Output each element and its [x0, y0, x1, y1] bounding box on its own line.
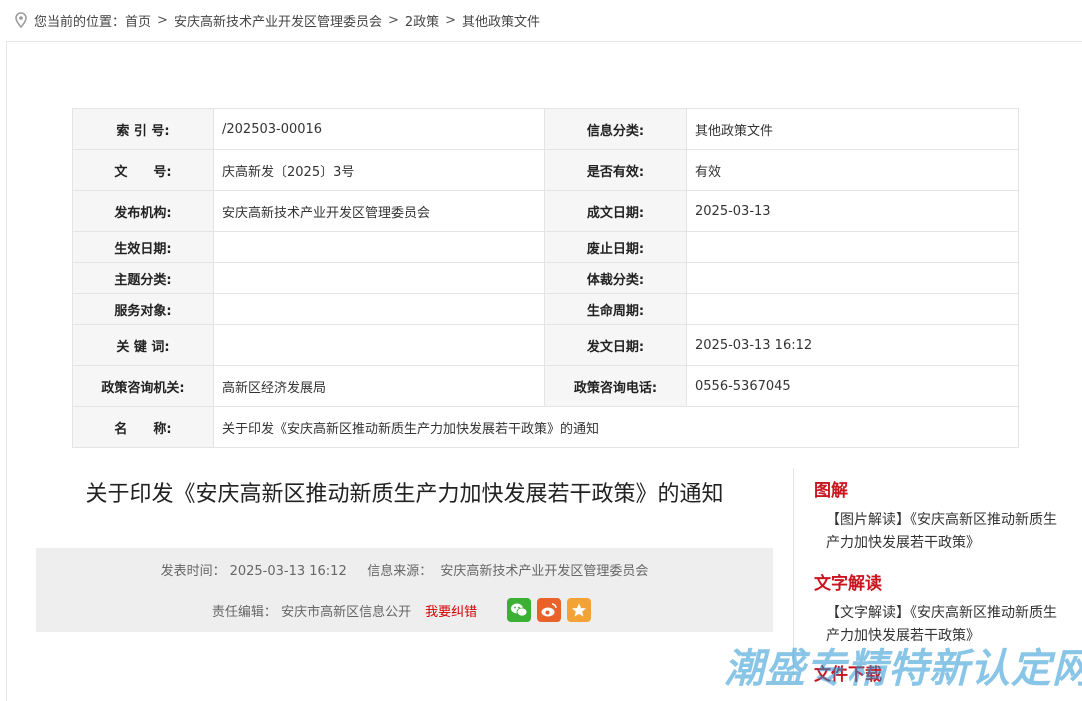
breadcrumb-home[interactable]: 首页	[125, 11, 151, 30]
index-number-value: /202503-00016	[213, 108, 545, 150]
report-error-link[interactable]: 我要纠错	[425, 601, 477, 620]
service-target-value	[213, 293, 545, 325]
sidebar-heading-text: 文字解读	[814, 574, 882, 594]
table-row: 关 键 词: 发文日期: 2025-03-13 16:12	[72, 324, 1019, 366]
repeal-date-label: 废止日期:	[544, 231, 687, 263]
table-row: 索 引 号: /202503-00016 信息分类: 其他政策文件	[72, 108, 1019, 150]
repeal-date-value	[686, 231, 1019, 263]
doc-number-label: 文 号:	[72, 149, 214, 191]
breadcrumb: 您当前的位置： 首页 > 安庆高新技术产业开发区管理委员会 > 2政策 > 其他…	[0, 0, 1082, 40]
location-pin-icon	[15, 12, 27, 28]
watermark: 潮盛专精特新认定网	[724, 646, 1082, 692]
wechat-icon[interactable]	[507, 598, 532, 622]
issue-date-value: 2025-03-13 16:12	[686, 324, 1019, 366]
table-row: 服务对象: 生命周期:	[72, 293, 1019, 325]
lifecycle-value	[686, 293, 1019, 325]
article-meta: 发表时间： 2025-03-13 16:12 信息来源： 安庆高新技术产业开发区管…	[36, 548, 773, 632]
table-row: 生效日期: 废止日期:	[72, 231, 1019, 263]
editor-value: 安庆市高新区信息公开	[281, 604, 412, 620]
document-name-label: 名 称:	[72, 406, 214, 448]
genre-category-value	[686, 262, 1019, 294]
editor-share-row: 责任编辑： 安庆市高新区信息公开 我要纠错	[36, 598, 773, 622]
info-category-label: 信息分类:	[544, 108, 687, 150]
breadcrumb-prefix: 您当前的位置：	[34, 14, 126, 30]
publisher-label: 发布机构:	[72, 190, 214, 232]
table-row: 主题分类: 体裁分类:	[72, 262, 1019, 294]
doc-number-value: 庆高新发〔2025〕3号	[213, 149, 545, 191]
document-info-table: 索 引 号: /202503-00016 信息分类: 其他政策文件 文 号: 庆…	[72, 108, 1019, 448]
consulting-phone-value: 0556-5367045	[686, 365, 1019, 407]
editor-label: 责任编辑：	[211, 604, 277, 620]
validity-label: 是否有效:	[544, 149, 687, 191]
effective-date-value	[213, 231, 545, 263]
index-number-label: 索 引 号:	[72, 108, 214, 150]
table-row: 名 称: 关于印发《安庆高新区推动新质生产力加快发展若干政策》的通知	[72, 406, 1019, 448]
written-date-value: 2025-03-13	[686, 190, 1019, 232]
consulting-phone-label: 政策咨询电话:	[544, 365, 687, 407]
sidebar-link-graphic-interpretation[interactable]: 【图片解读】《安庆高新区推动新质生产力加快发展若干政策》	[826, 509, 1066, 555]
weibo-icon[interactable]	[537, 598, 562, 622]
issue-date-label: 发文日期:	[544, 324, 687, 366]
consulting-agency-value: 高新区经济发展局	[213, 365, 545, 407]
document-name-value: 关于印发《安庆高新区推动新质生产力加快发展若干政策》的通知	[213, 406, 1019, 448]
source-value: 安庆高新技术产业开发区管理委员会	[440, 564, 649, 579]
keywords-label: 关 键 词:	[72, 324, 214, 366]
source-label: 信息来源：	[367, 564, 433, 579]
article-title: 关于印发《安庆高新区推动新质生产力加快发展若干政策》的通知	[85, 482, 724, 507]
breadcrumb-separator: >	[157, 12, 168, 28]
topic-category-label: 主题分类:	[72, 262, 214, 294]
breadcrumb-policy[interactable]: 2政策	[405, 11, 439, 30]
genre-category-label: 体裁分类:	[544, 262, 687, 294]
publish-info: 发表时间： 2025-03-13 16:12 信息来源： 安庆高新技术产业开发区管…	[36, 560, 773, 579]
lifecycle-label: 生命周期:	[544, 293, 687, 325]
service-target-label: 服务对象:	[72, 293, 214, 325]
table-row: 发布机构: 安庆高新技术产业开发区管理委员会 成文日期: 2025-03-13	[72, 190, 1019, 232]
table-row: 文 号: 庆高新发〔2025〕3号 是否有效: 有效	[72, 149, 1019, 191]
topic-category-value	[213, 262, 545, 294]
info-category-value: 其他政策文件	[686, 108, 1019, 150]
consulting-agency-label: 政策咨询机关:	[72, 365, 214, 407]
breadcrumb-other-policy[interactable]: 其他政策文件	[462, 11, 540, 30]
breadcrumb-separator: >	[387, 12, 399, 28]
favorite-icon[interactable]	[567, 598, 592, 622]
publish-time-label: 发表时间：	[160, 564, 226, 579]
table-row: 政策咨询机关: 高新区经济发展局 政策咨询电话: 0556-5367045	[72, 365, 1019, 407]
effective-date-label: 生效日期:	[72, 231, 214, 263]
publish-time: 2025-03-13 16:12	[229, 564, 347, 579]
validity-value: 有效	[686, 149, 1019, 191]
written-date-label: 成文日期:	[544, 190, 687, 232]
publisher-value: 安庆高新技术产业开发区管理委员会	[213, 190, 545, 232]
breadcrumb-separator: >	[445, 12, 457, 28]
keywords-value	[213, 324, 545, 366]
sidebar-heading-graphic: 图解	[814, 481, 848, 501]
breadcrumb-committee[interactable]: 安庆高新技术产业开发区管理委员会	[174, 11, 382, 30]
